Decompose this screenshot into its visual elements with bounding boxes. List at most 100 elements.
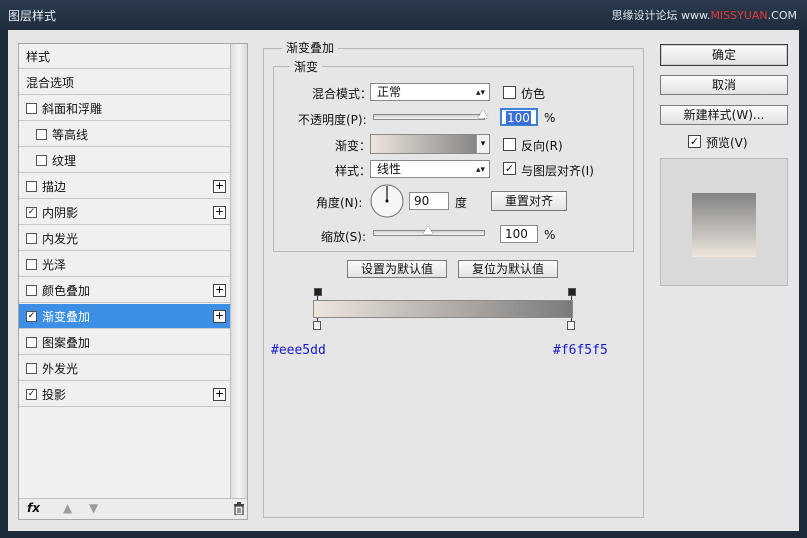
gradient-editor-bar[interactable]: [313, 300, 573, 318]
cancel-button[interactable]: 取消: [660, 75, 788, 95]
angle-label: 角度(N):: [316, 196, 363, 210]
style-item[interactable]: ✓ 渐变叠加 +: [19, 304, 230, 329]
right-stop-hex: #f6f5f5: [553, 343, 608, 358]
ok-button[interactable]: 确定: [660, 44, 788, 66]
reset-default-button[interactable]: 复位为默认值: [458, 260, 558, 278]
style-item[interactable]: 外发光: [19, 356, 230, 381]
window-title: 图层样式: [8, 9, 57, 23]
scale-input[interactable]: 100: [500, 225, 538, 243]
dropdown-arrow-icon[interactable]: ▾: [476, 135, 489, 153]
style-item-checkbox[interactable]: [36, 128, 47, 140]
blend-options-item[interactable]: 混合选项: [19, 70, 230, 95]
add-icon[interactable]: +: [213, 206, 226, 219]
style-item-checkbox[interactable]: ✓: [26, 206, 37, 218]
style-item[interactable]: 描边 +: [19, 174, 230, 199]
opacity-stop-right[interactable]: [568, 288, 576, 296]
trash-icon[interactable]: [233, 502, 245, 515]
style-item-label: 渐变叠加: [42, 309, 91, 324]
blend-mode-label: 混合模式：: [312, 87, 373, 101]
styles-list-footer: fx ▲ ▼: [19, 498, 247, 519]
scale-label: 缩放(S):: [321, 230, 367, 244]
add-icon[interactable]: +: [213, 180, 226, 193]
style-item-label: 描边: [42, 179, 67, 194]
preview-checkbox[interactable]: ✓: [688, 135, 701, 148]
watermark: 思缘设计论坛 www.MISSYUAN.COM: [611, 9, 797, 22]
add-icon[interactable]: +: [213, 310, 226, 323]
style-item-checkbox[interactable]: [36, 154, 47, 166]
move-down-icon[interactable]: ▼: [89, 501, 98, 515]
opacity-slider-track[interactable]: [373, 114, 485, 120]
style-item-label: 斜面和浮雕: [42, 101, 103, 116]
opacity-input[interactable]: 100: [500, 108, 538, 126]
align-with-layer-checkbox[interactable]: ✓: [503, 162, 516, 175]
spinner-arrows-icon: ▴▾: [475, 88, 485, 98]
spinner-arrows-icon: ▴▾: [475, 165, 485, 175]
reverse-label: 反向(R): [521, 139, 563, 153]
opacity-slider-handle[interactable]: [478, 110, 488, 118]
styles-list: 样式 混合选项 斜面和浮雕等高线纹理描边 + ✓ 内阴影 + 内发光光泽颜色叠加 + ✓ 渐变叠…: [18, 43, 248, 520]
opacity-unit: %: [544, 111, 556, 125]
style-item[interactable]: ✓ 投影 +: [19, 382, 230, 407]
dither-checkbox[interactable]: [503, 86, 516, 99]
color-stop-right[interactable]: [567, 321, 575, 330]
preview-swatch: [692, 193, 756, 257]
style-item-label: 纹理: [52, 153, 77, 168]
title-bar: 图层样式 思缘设计论坛 www.MISSYUAN.COM: [0, 0, 807, 30]
scale-slider-handle[interactable]: [423, 226, 433, 234]
style-label: 样式：: [335, 164, 372, 178]
opacity-stop-left[interactable]: [314, 288, 322, 296]
style-item[interactable]: 内发光: [19, 226, 230, 251]
reset-alignment-button[interactable]: 重置对齐: [491, 191, 567, 211]
left-stop-hex: #eee5dd: [271, 343, 326, 358]
style-item-label: 外发光: [42, 361, 79, 376]
style-item-label: 颜色叠加: [42, 283, 91, 298]
style-item-label: 内发光: [42, 231, 79, 246]
style-item-checkbox[interactable]: [26, 102, 37, 114]
gradient-picker[interactable]: ▾: [370, 134, 490, 154]
add-icon[interactable]: +: [213, 388, 226, 401]
group-title: 渐变叠加: [282, 39, 339, 56]
style-item-checkbox[interactable]: [26, 336, 37, 348]
style-item[interactable]: 纹理: [19, 148, 230, 173]
style-select[interactable]: 线性 ▴▾: [370, 160, 490, 178]
new-style-button[interactable]: 新建样式(W)...: [660, 105, 788, 125]
style-item-label: 等高线: [52, 127, 89, 142]
style-item-checkbox[interactable]: [26, 232, 37, 244]
style-item[interactable]: 图案叠加: [19, 330, 230, 355]
align-with-layer-label: 与图层对齐(I): [521, 164, 594, 178]
reverse-checkbox[interactable]: [503, 138, 516, 151]
style-item-checkbox[interactable]: ✓: [26, 310, 37, 322]
angle-input[interactable]: 90: [409, 192, 449, 210]
set-default-button[interactable]: 设置为默认值: [347, 260, 447, 278]
blend-mode-select[interactable]: 正常 ▴▾: [370, 83, 490, 101]
style-item[interactable]: 光泽: [19, 252, 230, 277]
style-item-label: 图案叠加: [42, 335, 91, 350]
preview-box: [660, 158, 788, 286]
style-item-label: 投影: [42, 387, 67, 402]
style-item-checkbox[interactable]: ✓: [26, 388, 37, 400]
angle-dial[interactable]: [369, 183, 405, 219]
styles-header[interactable]: 样式: [19, 44, 230, 69]
scale-unit: %: [544, 228, 556, 242]
color-stop-left[interactable]: [313, 321, 321, 330]
dialog-body: 样式 混合选项 斜面和浮雕等高线纹理描边 + ✓ 内阴影 + 内发光光泽颜色叠加 + ✓ 渐变叠…: [8, 30, 799, 531]
style-item-checkbox[interactable]: [26, 362, 37, 374]
style-item-checkbox[interactable]: [26, 284, 37, 296]
style-item[interactable]: 颜色叠加 +: [19, 278, 230, 303]
style-item[interactable]: ✓ 内阴影 +: [19, 200, 230, 225]
opacity-label: 不透明度(P):: [298, 113, 367, 127]
subgroup-title: 渐变: [290, 58, 323, 75]
style-item-checkbox[interactable]: [26, 180, 37, 192]
style-item-checkbox[interactable]: [26, 258, 37, 270]
gradient-label: 渐变：: [335, 139, 372, 153]
style-item-label: 光泽: [42, 257, 67, 272]
style-item[interactable]: 斜面和浮雕: [19, 96, 230, 121]
style-item-label: 内阴影: [42, 205, 79, 220]
add-icon[interactable]: +: [213, 284, 226, 297]
fx-icon[interactable]: fx: [27, 501, 40, 515]
style-item[interactable]: 等高线: [19, 122, 230, 147]
move-up-icon[interactable]: ▲: [63, 501, 72, 515]
dither-label: 仿色: [521, 87, 546, 101]
styles-list-scrollbar[interactable]: [230, 44, 247, 499]
preview-label: 预览(V): [706, 136, 748, 150]
